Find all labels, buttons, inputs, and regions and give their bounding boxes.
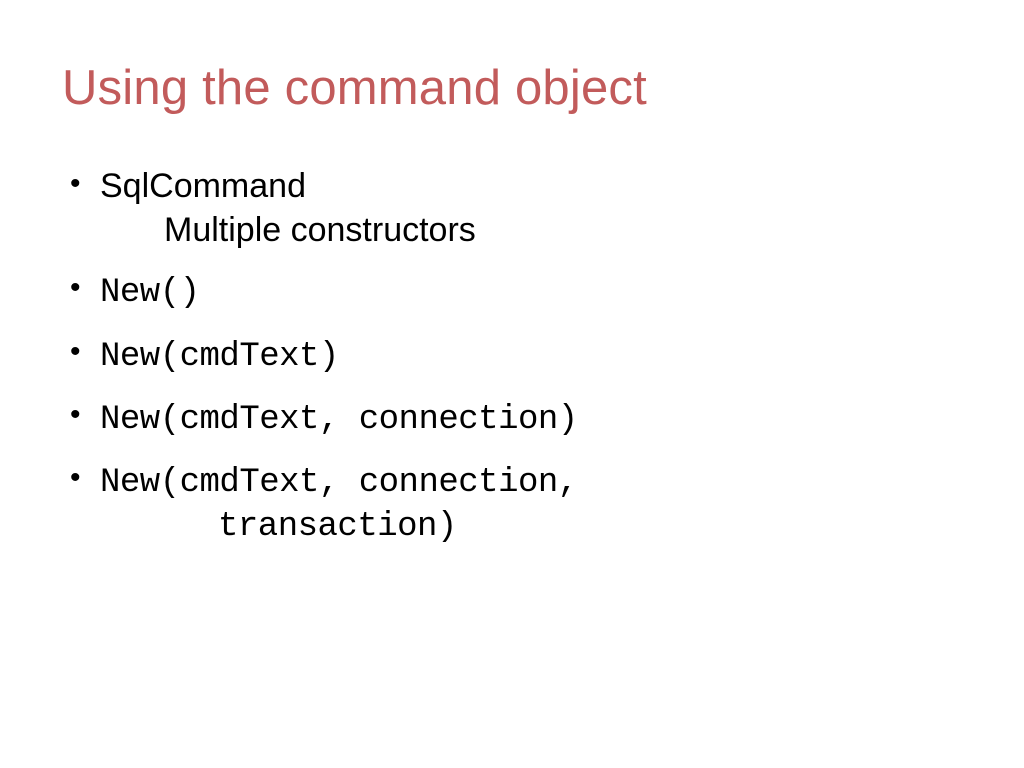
bullet-code: New(cmdText, connection) — [100, 401, 578, 439]
list-item: New(cmdText) — [100, 332, 962, 379]
bullet-code-cont: transaction) — [100, 505, 962, 549]
bullet-list: SqlCommand Multiple constructors New() N… — [62, 164, 962, 549]
bullet-subtext: Multiple constructors — [100, 208, 962, 252]
list-item: New(cmdText, connection, transaction) — [100, 458, 962, 549]
bullet-text: SqlCommand — [100, 167, 306, 205]
slide: Using the command object SqlCommand Mult… — [0, 0, 1024, 768]
bullet-code: New() — [100, 274, 200, 312]
slide-title: Using the command object — [62, 60, 962, 116]
list-item: SqlCommand Multiple constructors — [100, 164, 962, 252]
bullet-code: New(cmdText, connection, — [100, 464, 578, 502]
bullet-code: New(cmdText) — [100, 338, 339, 376]
list-item: New(cmdText, connection) — [100, 395, 962, 442]
list-item: New() — [100, 268, 962, 315]
